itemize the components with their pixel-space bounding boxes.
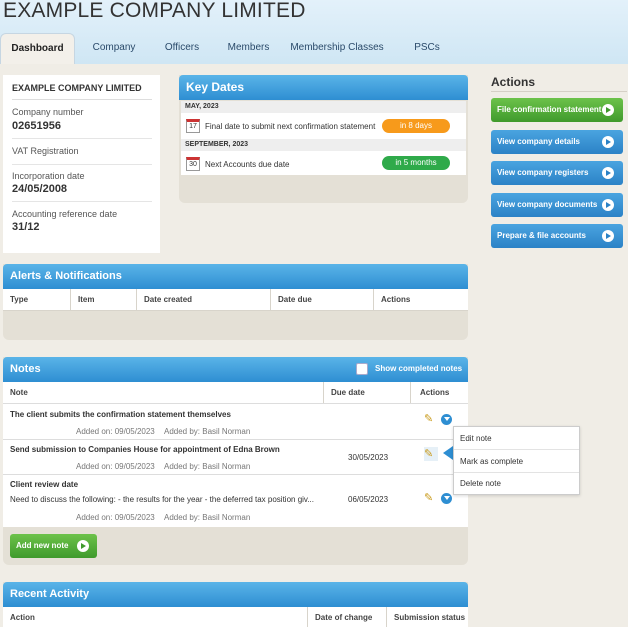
vat-label: VAT Registration — [12, 146, 79, 156]
prepare-file-accounts-button[interactable]: Prepare & file accounts — [491, 224, 623, 248]
note-row: Client review date Need to discuss the f… — [3, 474, 468, 527]
arrow-right-icon — [602, 230, 614, 242]
alerts-panel: Alerts & Notifications Type Item Date cr… — [3, 264, 468, 340]
note-context-menu: Edit note Mark as complete Delete note — [453, 426, 580, 495]
added-by: Added by: Basil Norman — [164, 513, 251, 522]
company-number-value: 02651956 — [12, 120, 61, 132]
col-actions: Actions — [420, 388, 450, 397]
row-menu-toggle[interactable] — [441, 414, 452, 425]
status-badge: in 8 days — [382, 119, 450, 133]
col-action[interactable]: Action — [3, 607, 308, 627]
key-date-text: Next Accounts due date — [205, 160, 290, 169]
col-date-of-change[interactable]: Date of change — [308, 607, 387, 627]
actions-heading: Actions — [491, 75, 536, 89]
tab-officers[interactable]: Officers — [157, 33, 207, 64]
company-name: EXAMPLE COMPANY LIMITED — [12, 83, 142, 93]
note-title: Send submission to Companies House for a… — [10, 445, 280, 454]
page-title: EXAMPLE COMPANY LIMITED — [3, 0, 306, 22]
arrow-right-icon — [602, 104, 614, 116]
delete-note-menu-item[interactable]: Delete note — [454, 473, 579, 495]
company-summary-card: EXAMPLE COMPANY LIMITED Company number 0… — [3, 75, 160, 253]
note-due-date: 30/05/2023 — [348, 453, 389, 462]
edit-note-menu-item[interactable]: Edit note — [454, 427, 579, 450]
header-bar: EXAMPLE COMPANY LIMITED Dashboard Compan… — [0, 0, 628, 64]
col-submission-status[interactable]: Submission status — [387, 607, 468, 627]
arrow-right-icon — [77, 540, 89, 552]
note-title: Client review date — [10, 480, 79, 489]
recent-activity-panel: Recent Activity Action Date of change Su… — [3, 582, 468, 627]
note-due-date: 06/05/2023 — [348, 495, 389, 504]
company-number-label: Company number — [12, 107, 84, 117]
edit-pencil-icon[interactable]: ✎ — [424, 491, 438, 505]
month-header: MAY, 2023 — [181, 101, 466, 113]
calendar-icon: 17 — [186, 119, 200, 133]
arrow-right-icon — [602, 199, 614, 211]
calendar-icon: 30 — [186, 157, 200, 171]
col-date-created[interactable]: Date created — [137, 289, 271, 310]
view-company-details-button[interactable]: View company details — [491, 130, 623, 154]
added-on: Added on: 09/05/2023 — [76, 462, 155, 471]
tab-company[interactable]: Company — [84, 33, 144, 64]
notes-panel: Notes Show completed notes Note Due date… — [3, 357, 468, 565]
col-actions: Actions — [381, 295, 411, 304]
arrow-right-icon — [602, 136, 614, 148]
tab-members[interactable]: Members — [221, 33, 276, 64]
accounting-ref-value: 31/12 — [12, 221, 40, 233]
incorporation-value: 24/05/2008 — [12, 183, 68, 195]
key-dates-title: Key Dates — [179, 75, 468, 100]
alerts-title: Alerts & Notifications — [3, 264, 468, 289]
col-due-date[interactable]: Due date — [324, 382, 411, 403]
tab-dashboard[interactable]: Dashboard — [0, 33, 75, 64]
view-company-documents-button[interactable]: View company documents — [491, 193, 623, 217]
added-on: Added on: 09/05/2023 — [76, 427, 155, 436]
show-completed-checkbox[interactable] — [356, 363, 368, 375]
col-note[interactable]: Note — [3, 382, 324, 403]
edit-pencil-icon[interactable]: ✎ — [424, 412, 438, 426]
month-header: SEPTEMBER, 2023 — [181, 139, 466, 151]
added-by: Added by: Basil Norman — [164, 462, 251, 471]
key-date-text: Final date to submit next confirmation s… — [205, 122, 376, 131]
status-badge: in 5 months — [382, 156, 450, 170]
add-new-note-button[interactable]: Add new note — [10, 534, 97, 558]
note-row: The client submits the confirmation stat… — [3, 404, 468, 439]
added-on: Added on: 09/05/2023 — [76, 513, 155, 522]
note-row: Send submission to Companies House for a… — [3, 439, 468, 474]
added-by: Added by: Basil Norman — [164, 427, 251, 436]
tab-membership-classes[interactable]: Membership Classes — [287, 33, 387, 64]
row-menu-toggle[interactable] — [441, 493, 452, 504]
show-completed-label[interactable]: Show completed notes — [375, 364, 462, 373]
tab-pscs[interactable]: PSCs — [404, 33, 450, 64]
menu-pointer — [443, 446, 453, 460]
recent-activity-title: Recent Activity — [3, 582, 468, 607]
col-item[interactable]: Item — [71, 289, 137, 310]
col-type[interactable]: Type — [3, 289, 71, 310]
view-company-registers-button[interactable]: View company registers — [491, 161, 623, 185]
key-dates-panel: Key Dates MAY, 2023 17 Final date to sub… — [179, 75, 468, 203]
incorporation-label: Incorporation date — [12, 171, 85, 181]
col-date-due[interactable]: Date due — [271, 289, 374, 310]
accounting-ref-label: Accounting reference date — [12, 209, 118, 219]
mark-complete-menu-item[interactable]: Mark as complete — [454, 450, 579, 473]
edit-pencil-icon[interactable]: ✎ — [424, 447, 438, 461]
note-title: The client submits the confirmation stat… — [10, 410, 231, 419]
note-body: Need to discuss the following: - the res… — [10, 495, 315, 504]
arrow-right-icon — [602, 167, 614, 179]
file-confirmation-statement-button[interactable]: File confirmation statement — [491, 98, 623, 122]
